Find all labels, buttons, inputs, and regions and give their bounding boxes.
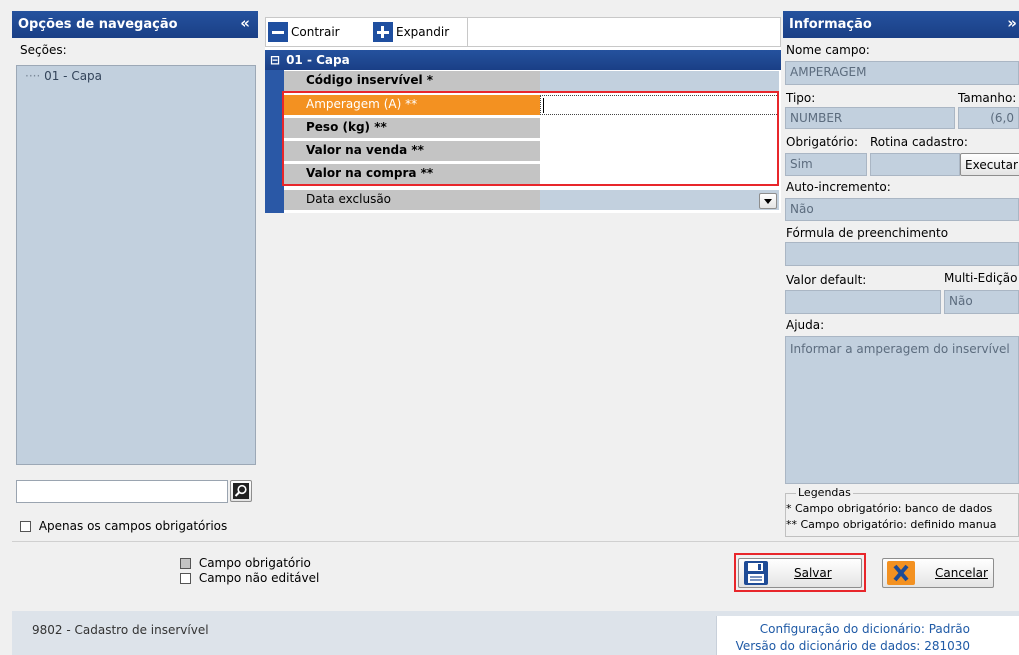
legend-required-item: Campo obrigatório bbox=[180, 556, 311, 570]
row-label: Código inservível * bbox=[284, 71, 540, 91]
required-swatch bbox=[180, 558, 191, 569]
multiedit-value: Não bbox=[944, 290, 1019, 314]
required-fields-highlight bbox=[282, 91, 779, 186]
legend-line-2: ** Campo obrigatório: definido manua bbox=[786, 518, 997, 531]
type-value: NUMBER bbox=[785, 107, 955, 129]
chevron-down-icon bbox=[764, 198, 772, 204]
search-button[interactable] bbox=[230, 480, 252, 502]
minus-icon bbox=[268, 22, 288, 42]
sections-label: Seções: bbox=[20, 43, 67, 57]
panel-separator bbox=[12, 541, 1019, 542]
type-label: Tipo: bbox=[786, 91, 816, 105]
field-name-label: Nome campo: bbox=[786, 43, 870, 57]
dictionary-info: Configuração do dicionário: Padrão Versã… bbox=[716, 616, 1019, 655]
version-label: Versão do dicionário de dados: bbox=[735, 639, 921, 653]
search-icon bbox=[233, 483, 249, 499]
version-value: 281030 bbox=[924, 639, 970, 653]
plus-icon bbox=[373, 22, 393, 42]
legend-line-1: * Campo obrigatório: banco de dados bbox=[786, 502, 993, 515]
toolbar: Contrair Expandir bbox=[265, 17, 781, 47]
required-label: Obrigatório: bbox=[786, 135, 858, 149]
collapse-nav-icon[interactable]: « bbox=[240, 14, 250, 32]
group-header[interactable]: ⊟ 01 - Capa bbox=[265, 50, 781, 70]
nav-title: Opções de navegação bbox=[18, 17, 178, 32]
row-value[interactable] bbox=[540, 190, 779, 210]
default-value bbox=[785, 290, 941, 314]
default-label: Valor default: bbox=[786, 273, 867, 287]
legend-required-label: Campo obrigatório bbox=[198, 556, 311, 570]
only-required-filter[interactable]: Apenas os campos obrigatórios bbox=[20, 519, 227, 533]
execute-label: Executar bbox=[965, 157, 1018, 172]
legend-title: Legendas bbox=[796, 486, 853, 499]
tree-connector: ···· bbox=[25, 69, 41, 83]
field-name-value: AMPERAGEM bbox=[785, 61, 1019, 85]
cancel-x-icon bbox=[887, 561, 915, 585]
version-line: Versão do dicionário de dados: 281030 bbox=[736, 639, 970, 653]
row-value[interactable] bbox=[540, 71, 779, 91]
routine-value bbox=[870, 153, 960, 176]
collapse-all-label: Contrair bbox=[291, 25, 340, 39]
config-line: Configuração do dicionário: Padrão bbox=[760, 622, 970, 636]
expand-all-label: Expandir bbox=[396, 25, 450, 39]
legend-not-editable-item: Campo não editável bbox=[180, 571, 319, 585]
date-dropdown-button[interactable] bbox=[759, 193, 777, 209]
size-value: (6,0 bbox=[958, 107, 1019, 129]
group-toggle-icon[interactable]: ⊟ bbox=[270, 53, 280, 67]
tree-item-capa[interactable]: ···· 01 - Capa bbox=[25, 69, 102, 83]
config-label: Configuração do dicionário: bbox=[759, 622, 925, 636]
tree-item-label: 01 - Capa bbox=[44, 69, 103, 83]
required-value: Sim bbox=[785, 153, 867, 176]
autoinc-label: Auto-incremento: bbox=[786, 180, 891, 194]
group-title: 01 - Capa bbox=[286, 53, 350, 67]
cancel-label: Cancelar bbox=[935, 566, 988, 580]
formula-label: Fórmula de preenchimento bbox=[786, 226, 949, 240]
expand-info-icon[interactable]: » bbox=[1007, 14, 1017, 32]
save-button-highlight bbox=[734, 553, 866, 592]
collapse-all-button[interactable]: Contrair bbox=[268, 22, 340, 42]
multiedit-label: Multi-Edição bbox=[944, 271, 1018, 285]
formula-value bbox=[785, 242, 1019, 266]
row-label: Data exclusão bbox=[284, 190, 540, 210]
search-input[interactable] bbox=[16, 480, 228, 503]
legend-not-editable-label: Campo não editável bbox=[198, 571, 320, 585]
search-box bbox=[16, 478, 254, 506]
routine-label: Rotina cadastro: bbox=[870, 135, 968, 149]
config-value: Padrão bbox=[928, 622, 970, 636]
help-label: Ajuda: bbox=[786, 318, 825, 332]
only-required-label: Apenas os campos obrigatórios bbox=[38, 519, 228, 533]
nav-header: Opções de navegação « bbox=[12, 11, 258, 38]
screen-name: 9802 - Cadastro de inservível bbox=[32, 623, 209, 637]
toolbar-divider bbox=[467, 18, 468, 46]
info-header: Informação » bbox=[783, 11, 1019, 38]
execute-button[interactable]: Executar bbox=[960, 153, 1019, 176]
autoinc-value: Não bbox=[785, 198, 1019, 221]
legend-box: Legendas * Campo obrigatório: banco de d… bbox=[785, 486, 1019, 537]
sections-tree[interactable]: ···· 01 - Capa bbox=[16, 65, 256, 465]
not-editable-swatch bbox=[180, 573, 191, 584]
cancel-button[interactable]: Cancelar bbox=[882, 558, 994, 588]
only-required-checkbox[interactable] bbox=[20, 521, 31, 532]
info-title: Informação bbox=[789, 17, 872, 32]
size-label: Tamanho: bbox=[958, 91, 1017, 105]
expand-all-button[interactable]: Expandir bbox=[373, 22, 449, 42]
help-text: Informar a amperagem do inservível bbox=[785, 336, 1019, 484]
